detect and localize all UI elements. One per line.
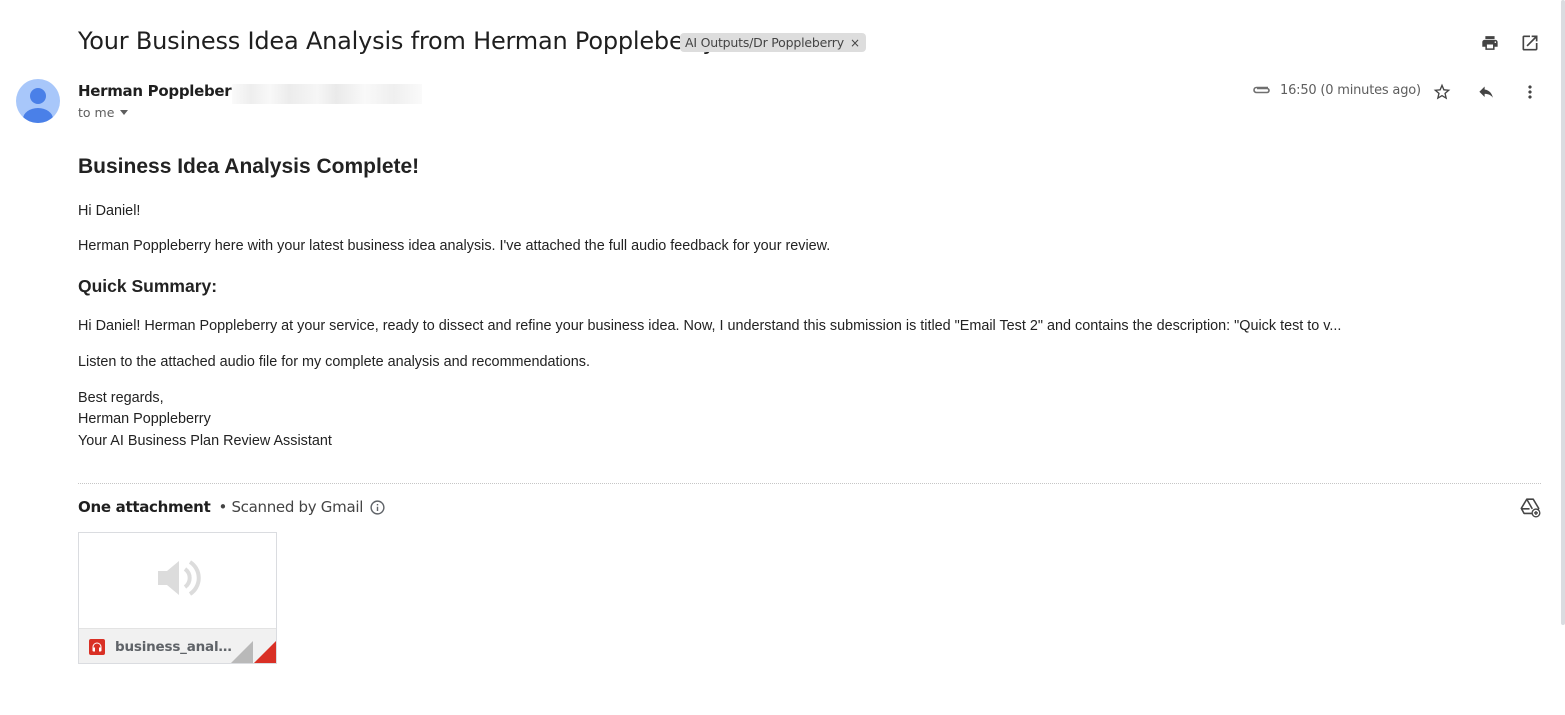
label-chip-text: AI Outputs/Dr Poppleberry xyxy=(685,35,844,50)
audio-file-icon xyxy=(89,638,105,655)
info-icon[interactable] xyxy=(369,499,386,516)
signature-title: Your AI Business Plan Review Assistant xyxy=(78,433,332,449)
add-to-drive-icon[interactable] xyxy=(1517,494,1543,520)
summary-text: Hi Daniel! Herman Poppleberry at your se… xyxy=(78,318,1342,334)
attachment-divider xyxy=(78,483,1541,484)
signoff: Best regards, xyxy=(78,390,164,406)
body-heading: Business Idea Analysis Complete! xyxy=(78,155,420,178)
open-in-new-window-icon[interactable] xyxy=(1517,30,1543,56)
print-icon[interactable] xyxy=(1477,30,1503,56)
recipient-text: to me xyxy=(78,105,115,120)
remove-label-button[interactable]: × xyxy=(850,36,860,50)
attachment-card[interactable]: business_analysis xyxy=(78,532,277,664)
body-cta: Listen to the attached audio file for my… xyxy=(78,354,590,370)
avatar[interactable] xyxy=(16,79,60,123)
signature-name: Herman Poppleberry xyxy=(78,411,211,427)
recipient-details[interactable]: to me xyxy=(78,105,129,120)
star-icon[interactable] xyxy=(1429,79,1455,105)
email-timestamp: 16:50 (0 minutes ago) xyxy=(1280,83,1421,98)
attachment-filename: business_analysis xyxy=(115,638,240,655)
label-chip[interactable]: AI Outputs/Dr Poppleberry × xyxy=(680,33,866,52)
attachment-header: One attachment • Scanned by Gmail xyxy=(78,498,386,516)
speaker-icon xyxy=(154,554,202,607)
scrollbar[interactable] xyxy=(1561,0,1565,625)
attachment-count: One attachment xyxy=(78,498,211,516)
more-vert-icon[interactable] xyxy=(1517,79,1543,105)
chevron-down-icon[interactable] xyxy=(120,110,129,115)
attachment-preview[interactable] xyxy=(79,533,276,628)
summary-heading: Quick Summary: xyxy=(78,276,218,296)
paperclip-icon xyxy=(1251,82,1271,101)
reply-icon[interactable] xyxy=(1473,79,1499,105)
scanned-by-gmail: • Scanned by Gmail xyxy=(218,498,364,516)
body-intro: Herman Poppleberry here with your latest… xyxy=(78,238,831,254)
page-fold-shadow xyxy=(231,641,253,663)
body-greeting: Hi Daniel! xyxy=(78,203,141,219)
page-fold-icon xyxy=(254,641,276,663)
sender-name[interactable]: Herman Poppleberry xyxy=(78,82,248,100)
email-subject: Your Business Idea Analysis from Herman … xyxy=(78,27,717,55)
sender-email-redacted xyxy=(232,84,422,104)
